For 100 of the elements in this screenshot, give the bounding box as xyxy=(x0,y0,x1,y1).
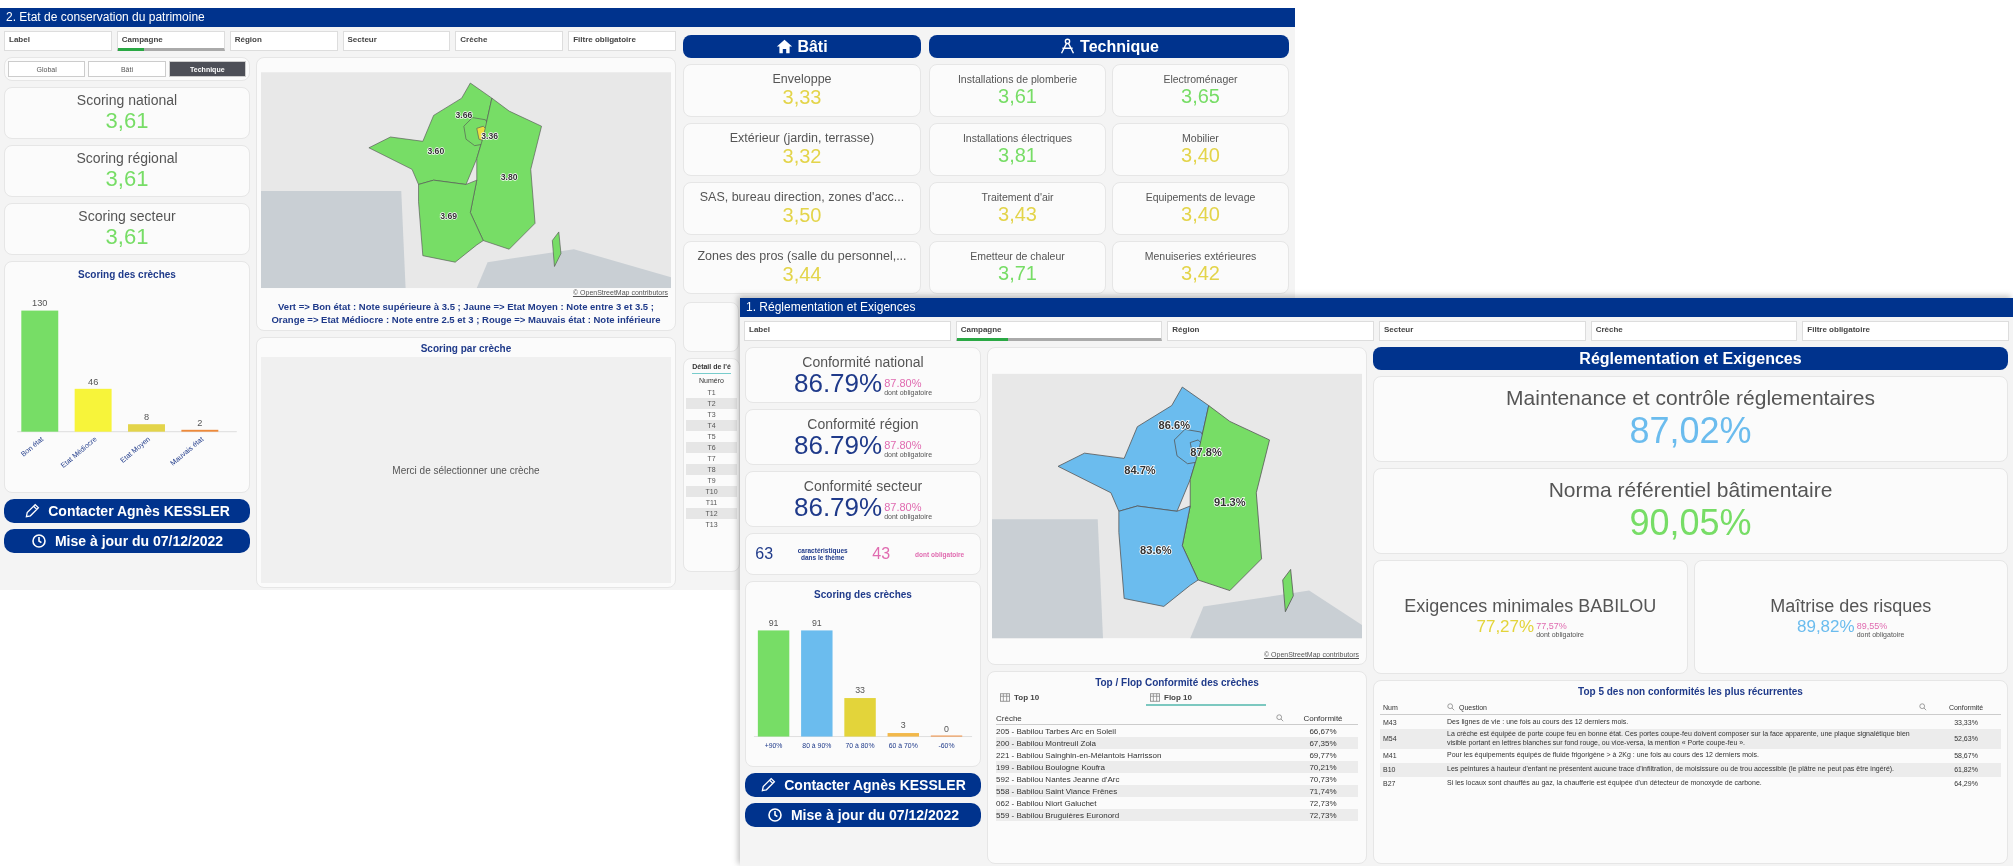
chart-bar xyxy=(844,698,876,737)
score-value: 90,05% xyxy=(1629,502,1752,544)
table-cell-text: 69,77% xyxy=(1308,750,1338,760)
score-label: Maintenance et contrôle réglementaires xyxy=(1506,386,1875,410)
filter-dropdown[interactable]: Région xyxy=(229,31,338,51)
score-label: Installations de plomberie xyxy=(957,73,1078,85)
mandatory-value: 87.80% xyxy=(884,502,923,513)
chart-bar xyxy=(128,424,165,432)
map-value-label: 3.69 xyxy=(440,211,458,221)
filter-dropdown[interactable]: Région xyxy=(1167,321,1374,341)
table-cell-text: 72,73% xyxy=(1308,810,1338,820)
score-label: Electroménager xyxy=(1163,73,1238,85)
chart-title: Scoring des crèches xyxy=(78,269,176,280)
bar-value-label: 3 xyxy=(900,720,906,731)
score-value: 77,27% xyxy=(1476,617,1535,638)
filter-dropdown[interactable]: Label xyxy=(744,321,951,341)
table-cell-text: 200 - Babilou Montreuil Zola xyxy=(996,738,1098,748)
score-value: 87,02% xyxy=(1629,410,1752,452)
score-value: 3,40 xyxy=(1181,144,1220,167)
table-cell-text: 205 - Babilou Tarbes Arc en Soleil xyxy=(996,726,1117,736)
count-value: 43 xyxy=(872,545,891,563)
bar-value-label: 8 xyxy=(143,412,150,423)
score-label: SAS, bureau direction, zones d'acc... xyxy=(699,190,905,204)
filter-dropdown[interactable]: Label xyxy=(4,31,112,51)
table-cell-text: 592 - Babilou Nantes Jeanne d'Arc xyxy=(996,774,1121,784)
map-value-label: 3.60 xyxy=(427,146,445,157)
filter-dropdown[interactable]: Crèche xyxy=(1590,321,1798,341)
clock-icon xyxy=(766,807,783,823)
clock-icon xyxy=(30,533,47,549)
score-value: 89,82% xyxy=(1796,617,1855,638)
bar-value-label: 130 xyxy=(32,298,48,309)
section-title: Technique xyxy=(1080,37,1159,56)
score-value: 3,32 xyxy=(782,145,822,168)
pencil-icon xyxy=(24,503,41,519)
bar-value-label: 91 xyxy=(811,617,822,628)
score-label: Scoring secteur xyxy=(78,208,176,224)
bar-value-label: 33 xyxy=(855,685,865,696)
map-value-label: 91.3% xyxy=(1214,496,1246,508)
table-cell-text: 70,73% xyxy=(1308,774,1338,784)
count-value: 63 xyxy=(755,545,774,563)
update-button[interactable]: Mise à jour du 07/12/2022 xyxy=(745,803,981,827)
mandatory-value: 87.80% xyxy=(884,378,923,389)
table-tab[interactable]: Top 10 xyxy=(996,691,1116,706)
window-title: 1. Réglementation et Exigences xyxy=(740,298,2013,317)
search-icon[interactable] xyxy=(1919,703,1927,711)
score-label: Menuiseries extérieures xyxy=(1144,250,1257,262)
table-cell-text: 67,35% xyxy=(1308,738,1338,748)
column-header: Crèche xyxy=(996,713,1023,723)
panel-title: Top 5 des non conformités les plus récurrentes xyxy=(1578,686,1803,697)
filter-dropdown[interactable]: Secteur xyxy=(1379,321,1586,341)
score-value: 3,81 xyxy=(998,144,1037,167)
score-value: 3,61 xyxy=(105,166,149,192)
table-cell-text: 221 - Babilou Sainghin-en-Mélantois Harrisson xyxy=(996,750,1163,760)
search-icon[interactable] xyxy=(1276,714,1284,722)
filter-dropdown[interactable]: Filtre obligatoire xyxy=(568,31,676,51)
map-value-label: 3.80 xyxy=(500,172,518,183)
column-header: Conformité xyxy=(1302,713,1344,723)
mandatory-value: 89,55% xyxy=(1856,621,1889,631)
score-label: Maîtrise des risques xyxy=(1770,596,1932,618)
chart-title: Scoring des crèches xyxy=(814,589,912,600)
conformity-label: Conformité national xyxy=(802,354,924,370)
section-title: Bâti xyxy=(797,37,828,56)
filter-dropdown[interactable]: Secteur xyxy=(342,31,451,51)
filter-dropdown[interactable]: Campagne xyxy=(955,321,1163,341)
score-label: Emetteur de chaleur xyxy=(970,250,1065,262)
mandatory-value: 77,57% xyxy=(1536,621,1568,631)
score-label: Scoring régional xyxy=(76,150,178,166)
score-label: Traitement d'air xyxy=(981,191,1054,203)
table-tab[interactable]: Flop 10 xyxy=(1146,691,1266,706)
table-icon xyxy=(1150,693,1160,702)
table-cell-text: 71,74% xyxy=(1308,786,1338,796)
bar-value-label: 46 xyxy=(88,376,99,387)
score-label: Enveloppe xyxy=(772,72,832,86)
score-value: 3,61 xyxy=(105,224,149,250)
map-legend: Vert => Bon état : Note supérieure à 3.5 ; Jaune => Etat Moyen : Note entre 3 et 3.5 ; Orange => Etat Médiocre : Note entre 2.5 et 3 ; Rouge => Mauvais état : Note inférieure xyxy=(261,301,671,326)
score-value: 3,61 xyxy=(105,108,149,134)
contact-button[interactable]: Contacter Agnès KESSLER xyxy=(4,499,250,523)
map-value-label: 83.6% xyxy=(1140,543,1172,556)
table-cell-text: 72,73% xyxy=(1308,798,1338,808)
table-cell-text: 558 - Babilou Saint Viance Frênes xyxy=(996,786,1119,796)
filter-dropdown[interactable]: Crèche xyxy=(455,31,564,51)
score-value: 3,33 xyxy=(782,86,822,109)
table-icon xyxy=(1000,693,1010,702)
score-value: 3,44 xyxy=(782,263,822,286)
score-label: Installations électriques xyxy=(962,132,1073,144)
bar-value-label: 0 xyxy=(944,723,949,734)
house-icon xyxy=(776,38,794,55)
conformity-label: Conformité région xyxy=(807,416,919,432)
filter-dropdown[interactable]: Campagne xyxy=(116,31,225,51)
contact-button[interactable]: Contacter Agnès KESSLER xyxy=(745,773,981,797)
table-cell-text: 559 - Babilou Bruguières Euronord xyxy=(996,810,1121,820)
conformity-value: 86.79% xyxy=(793,432,883,458)
table-cell-text: 66,67% xyxy=(1308,726,1338,736)
score-value: 3,40 xyxy=(1181,203,1220,226)
search-icon[interactable] xyxy=(1447,703,1455,711)
score-value: 3,71 xyxy=(998,262,1037,285)
chart-bar xyxy=(887,733,919,737)
update-button[interactable]: Mise à jour du 07/12/2022 xyxy=(4,529,250,553)
filter-dropdown[interactable]: Filtre obligatoire xyxy=(1802,321,2009,341)
bar-value-label: 2 xyxy=(197,417,203,428)
